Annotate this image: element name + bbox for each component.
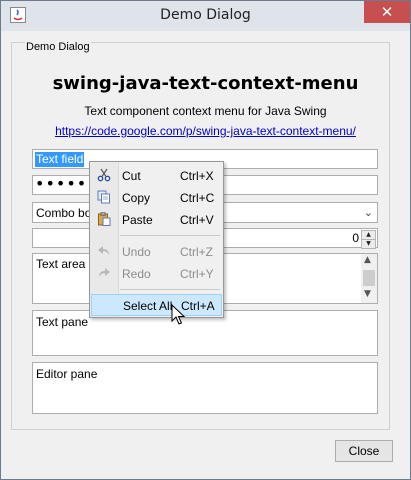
window-title: Demo Dialog: [160, 7, 251, 23]
scroll-up-icon[interactable]: ▲: [364, 255, 371, 265]
menu-item-undo[interactable]: Undo Ctrl+Z: [91, 241, 222, 263]
scrollbar-thumb[interactable]: [363, 270, 375, 286]
redo-icon: [99, 268, 110, 277]
text-pane-value: Text pane: [36, 315, 89, 329]
editor-pane[interactable]: Editor pane: [32, 362, 378, 414]
undo-icon: [98, 246, 109, 255]
menu-item-cut[interactable]: Cut Ctrl+X: [91, 165, 222, 187]
chevron-down-icon[interactable]: ⌄: [364, 206, 373, 219]
close-icon: ✕: [380, 3, 394, 21]
scroll-down-icon[interactable]: ▼: [364, 289, 371, 299]
scissors-icon: [97, 168, 111, 182]
spinner-value: 0: [352, 231, 359, 245]
menu-item-accelerator: Ctrl+Z: [180, 245, 213, 259]
copy-icon: [97, 190, 110, 204]
context-menu: Cut Ctrl+X Copy Ctrl+C Paste Ctrl+V Undo…: [89, 161, 224, 318]
text-area-scrollbar[interactable]: ▲ ▼: [361, 254, 377, 303]
paste-icon: [98, 212, 111, 226]
menu-item-redo[interactable]: Redo Ctrl+Y: [91, 263, 222, 285]
menu-separator: [120, 235, 220, 236]
menu-item-label: Copy: [122, 191, 151, 205]
page-heading: swing-java-text-context-menu: [52, 73, 359, 94]
window-close-button[interactable]: ✕: [364, 1, 410, 23]
text-area-value: Text area: [36, 257, 86, 271]
menu-item-paste[interactable]: Paste Ctrl+V: [91, 209, 222, 231]
text-field-value: Text field: [35, 152, 85, 167]
editor-pane-value: Editor pane: [36, 367, 98, 381]
spinner-down-button[interactable]: ▼: [361, 239, 376, 249]
menu-item-label: Select All: [123, 299, 173, 313]
menu-item-label: Paste: [122, 213, 153, 227]
menu-item-accelerator: Ctrl+V: [180, 213, 214, 227]
group-legend: Demo Dialog: [25, 41, 91, 53]
menu-item-label: Cut: [122, 169, 141, 183]
project-link[interactable]: https://code.google.com/p/swing-java-tex…: [20, 124, 391, 138]
menu-item-accelerator: Ctrl+X: [180, 169, 214, 183]
menu-item-select-all[interactable]: Select All Ctrl+A: [91, 294, 222, 316]
menu-item-copy[interactable]: Copy Ctrl+C: [91, 187, 222, 209]
menu-item-accelerator: Ctrl+Y: [180, 267, 214, 281]
menu-item-accelerator: Ctrl+A: [181, 299, 215, 313]
menu-separator: [120, 289, 220, 290]
page-subtitle: Text component context menu for Java Swi…: [84, 104, 327, 118]
close-button[interactable]: Close: [335, 440, 393, 462]
menu-item-label: Redo: [122, 267, 151, 281]
menu-item-accelerator: Ctrl+C: [180, 191, 215, 205]
mouse-cursor-icon: [171, 304, 185, 325]
menu-item-label: Undo: [122, 245, 151, 259]
title-bar[interactable]: Demo Dialog ✕: [1, 1, 410, 31]
